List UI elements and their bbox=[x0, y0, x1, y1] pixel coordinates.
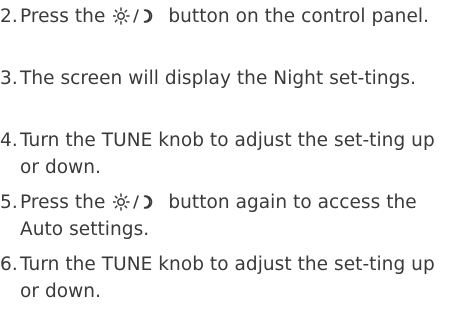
step-text: The screen will display the Night set-ti… bbox=[20, 68, 417, 89]
sun-moon-icon bbox=[113, 192, 153, 212]
step-text: Turn the TUNE knob to adjust the set-tin… bbox=[20, 254, 435, 302]
step-text-before: Press the bbox=[20, 192, 106, 213]
step-text: Press the button again to access the Aut… bbox=[20, 189, 457, 243]
step-text-before: Press the bbox=[20, 6, 106, 27]
step-5: 5. Press the button again to access the … bbox=[0, 189, 459, 243]
step-number: 6. bbox=[0, 254, 18, 275]
sun-moon-icon bbox=[113, 6, 153, 26]
step-3: 3. The screen will display the Night set… bbox=[0, 65, 459, 92]
step-text: Press the button on the control panel. bbox=[20, 3, 457, 30]
instruction-steps: 2. Press the button on the control panel… bbox=[0, 0, 459, 330]
step-number: 4. bbox=[0, 130, 18, 151]
step-number: 3. bbox=[0, 68, 18, 89]
step-text-after: button on the control panel. bbox=[168, 6, 430, 27]
step-text: Turn the TUNE knob to adjust the set-tin… bbox=[20, 130, 435, 178]
step-number: 5. bbox=[0, 192, 18, 213]
step-number: 2. bbox=[0, 6, 18, 27]
step-2: 2. Press the button on the control panel… bbox=[0, 3, 459, 30]
step-4: 4. Turn the TUNE knob to adjust the set-… bbox=[0, 127, 459, 181]
step-6: 6. Turn the TUNE knob to adjust the set-… bbox=[0, 251, 459, 305]
